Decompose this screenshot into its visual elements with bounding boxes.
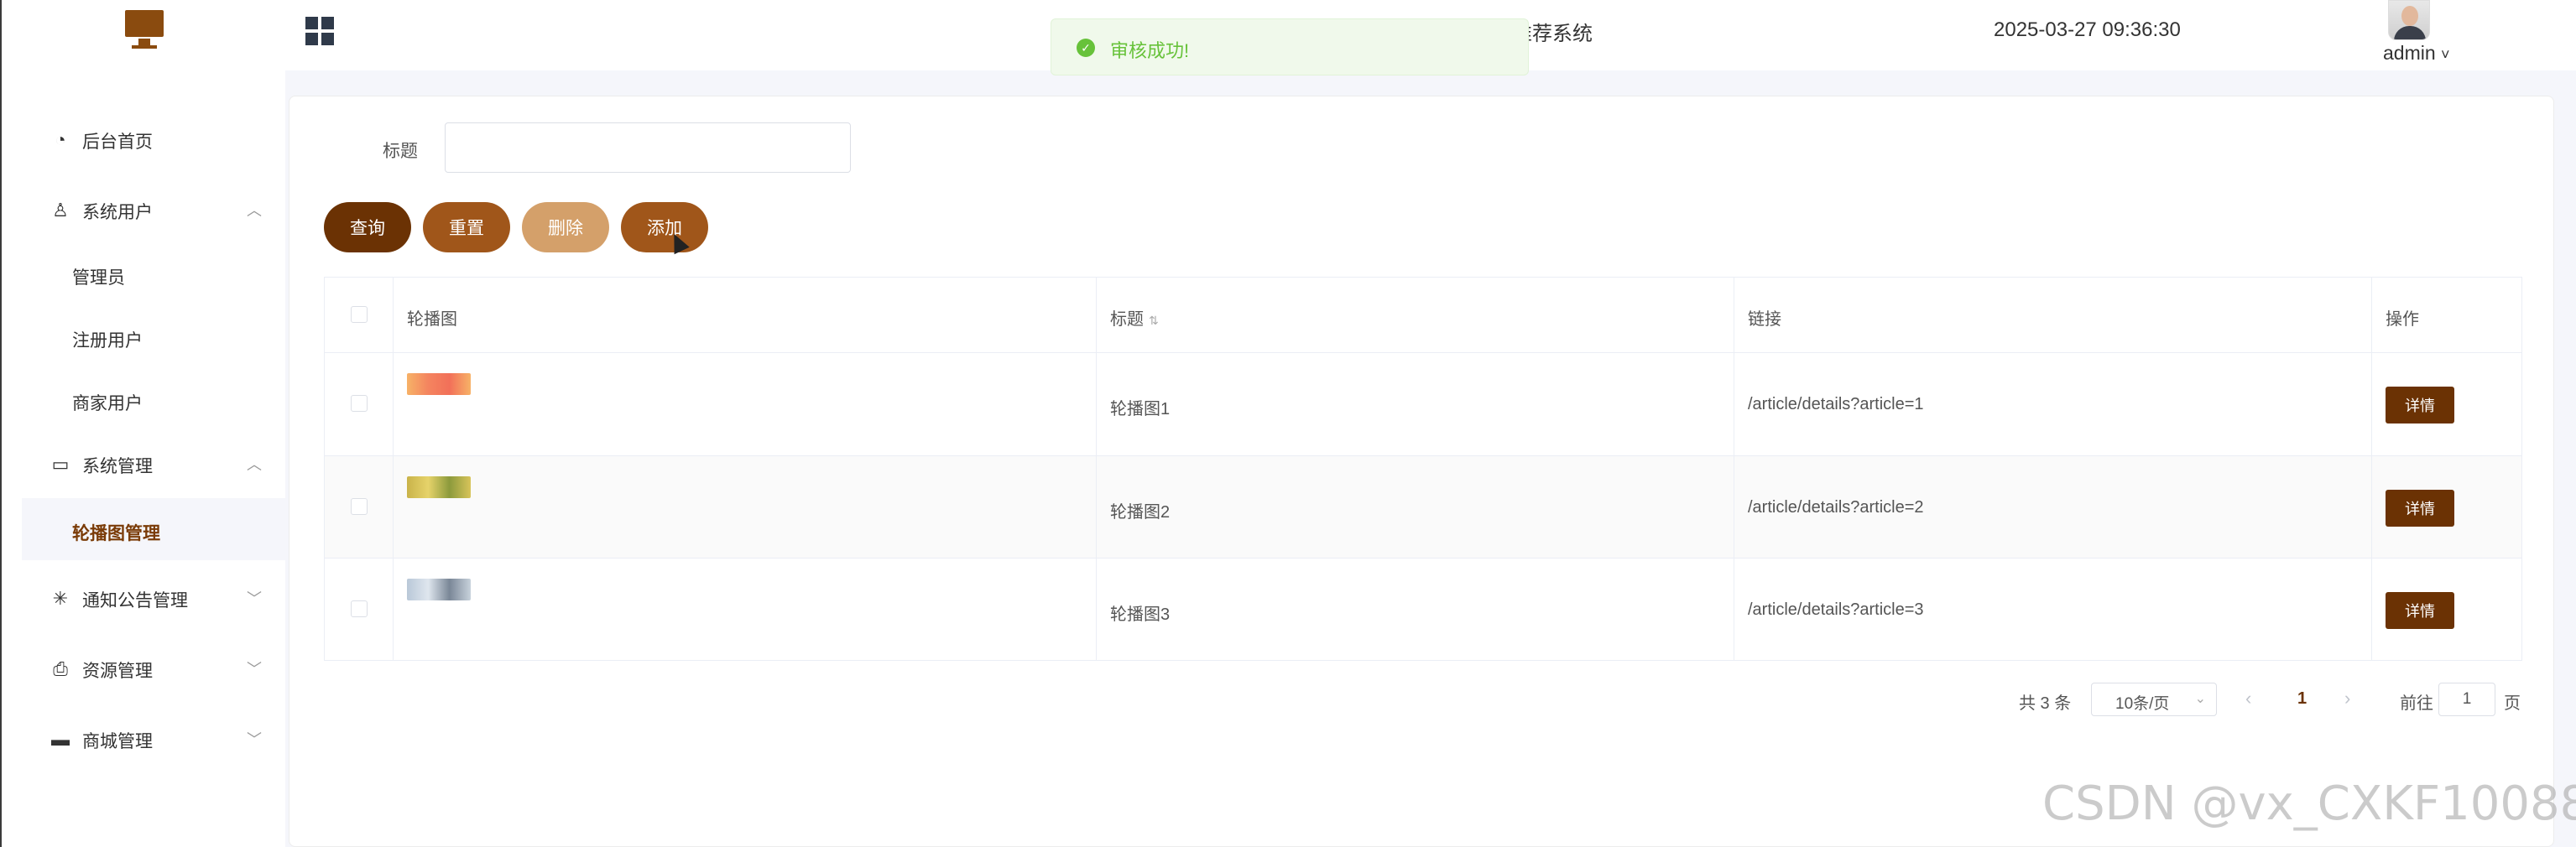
sidebar-item-notice-management[interactable]: ✳ 通知公告管理 ﹀ bbox=[22, 565, 287, 631]
column-header-title[interactable]: 标题 ⇅ bbox=[1110, 305, 1159, 330]
chevron-down-icon: ﹀ bbox=[247, 590, 262, 607]
table-row: 轮播图2 /article/details?article=2 详情 bbox=[325, 456, 2521, 559]
check-circle-icon: ✓ bbox=[1077, 39, 1095, 57]
sidebar-item-label: 管理员 bbox=[72, 268, 125, 288]
add-button[interactable]: 添加 bbox=[621, 202, 708, 252]
sort-icon[interactable]: ⇅ bbox=[1149, 314, 1159, 327]
pie-chart-icon: ◔ bbox=[55, 129, 66, 150]
row-title: 轮播图3 bbox=[1110, 605, 1171, 624]
row-checkbox[interactable] bbox=[351, 395, 368, 412]
sidebar-item-label: 轮播图管理 bbox=[72, 524, 160, 543]
table-row: 轮播图3 /article/details?article=3 详情 bbox=[325, 559, 2521, 661]
carousel-thumbnail[interactable] bbox=[407, 373, 471, 395]
row-link: /article/details?article=3 bbox=[1748, 600, 1924, 619]
sidebar-item-label: 资源管理 bbox=[82, 662, 153, 681]
sidebar-item-registered-users[interactable]: 注册用户 bbox=[22, 305, 287, 367]
sidebar-item-admins[interactable]: 管理员 bbox=[22, 242, 287, 304]
title-search-input[interactable] bbox=[445, 122, 851, 173]
query-button[interactable]: 查询 bbox=[324, 202, 411, 252]
success-toast: ✓ 审核成功! bbox=[1051, 18, 1529, 75]
delete-button[interactable]: 删除 bbox=[522, 202, 609, 252]
next-page-button[interactable]: › bbox=[2344, 688, 2350, 709]
store-icon: ▬ bbox=[51, 729, 70, 750]
carousel-thumbnail[interactable] bbox=[407, 579, 471, 600]
prev-page-button[interactable]: ‹ bbox=[2245, 688, 2251, 709]
avatar[interactable] bbox=[2388, 0, 2430, 40]
chevron-down-icon: ﹀ bbox=[247, 731, 262, 748]
page-size-value: 10条/页 bbox=[2115, 695, 2170, 713]
sidebar-item-label: 系统用户 bbox=[82, 203, 153, 222]
user-dropdown[interactable]: admin ˅ bbox=[2383, 42, 2450, 65]
chevron-up-icon: ︿ bbox=[247, 202, 262, 219]
sidebar-item-label: 注册用户 bbox=[72, 331, 143, 351]
monitor-logo-icon bbox=[123, 10, 167, 50]
detail-button[interactable]: 详情 bbox=[2386, 490, 2454, 527]
username: admin bbox=[2383, 42, 2436, 64]
row-title: 轮播图2 bbox=[1110, 503, 1171, 522]
sidebar-item-system-management[interactable]: ▭ 系统管理 ︿ bbox=[22, 431, 287, 496]
printer-icon: ⎙ bbox=[53, 658, 68, 679]
column-header-action: 操作 bbox=[2386, 310, 2419, 329]
goto-label: 前往 bbox=[2400, 694, 2433, 713]
column-header-image: 轮播图 bbox=[407, 310, 457, 329]
title-filter-label: 标题 bbox=[383, 142, 418, 161]
goto-page-input[interactable] bbox=[2438, 683, 2495, 716]
chevron-down-icon: ⌄ bbox=[2194, 692, 2206, 706]
detail-button[interactable]: 详情 bbox=[2386, 592, 2454, 629]
sidebar-item-label: 商家用户 bbox=[72, 394, 143, 413]
pagination-total: 共 3 条 bbox=[2019, 694, 2072, 713]
row-link: /article/details?article=1 bbox=[1748, 395, 1924, 413]
table-row: 轮播图1 /article/details?article=1 详情 bbox=[325, 353, 2521, 456]
datetime-display: 2025-03-27 09:36:30 bbox=[1994, 18, 2181, 41]
watermark: CSDN @vx_CXKF10088 bbox=[2042, 777, 2576, 831]
loading-icon: ✳ bbox=[52, 588, 69, 609]
chevron-down-icon: ˅ bbox=[2441, 46, 2450, 63]
sidebar: ◔ 后台首页 ♙ 系统用户 ︿ 管理员 注册用户 商家用户 ▭ 系统管理 ︿ 轮… bbox=[0, 70, 287, 847]
sidebar-item-label: 系统管理 bbox=[82, 457, 153, 476]
row-checkbox[interactable] bbox=[351, 498, 368, 515]
page-number-current[interactable]: 1 bbox=[2297, 689, 2307, 709]
sidebar-item-label: 后台首页 bbox=[82, 133, 153, 152]
carousel-table: 轮播图 标题 ⇅ 链接 操作 轮播图1 /article/details?arti… bbox=[324, 277, 2522, 661]
page-size-select[interactable]: 10条/页 ⌄ bbox=[2091, 683, 2217, 716]
sidebar-item-label: 通知公告管理 bbox=[82, 591, 188, 611]
detail-button[interactable]: 详情 bbox=[2386, 387, 2454, 424]
carousel-thumbnail[interactable] bbox=[407, 476, 471, 498]
sidebar-item-carousel-management[interactable]: 轮播图管理 bbox=[22, 498, 287, 560]
row-link: /article/details?article=2 bbox=[1748, 498, 1924, 517]
menu-toggle-grid-icon[interactable] bbox=[305, 17, 334, 45]
table-header-row: 轮播图 标题 ⇅ 链接 操作 bbox=[325, 278, 2521, 353]
row-title: 轮播图1 bbox=[1110, 400, 1171, 418]
sidebar-item-resource-management[interactable]: ⎙ 资源管理 ﹀ bbox=[22, 636, 287, 701]
toast-message: 审核成功! bbox=[1110, 40, 1190, 61]
chevron-down-icon: ﹀ bbox=[247, 661, 262, 678]
sidebar-item-dashboard[interactable]: ◔ 后台首页 bbox=[22, 107, 287, 172]
select-all-checkbox[interactable] bbox=[351, 306, 368, 323]
page-suffix-label: 页 bbox=[2504, 694, 2521, 713]
row-checkbox[interactable] bbox=[351, 600, 368, 617]
folder-icon: ▭ bbox=[51, 454, 70, 475]
sidebar-item-mall-management[interactable]: ▬ 商城管理 ﹀ bbox=[22, 706, 287, 772]
chevron-up-icon: ︿ bbox=[247, 456, 262, 473]
column-header-link: 链接 bbox=[1748, 310, 1781, 329]
user-icon: ♙ bbox=[52, 200, 69, 221]
sidebar-item-merchant-users[interactable]: 商家用户 bbox=[22, 368, 287, 430]
sidebar-item-label: 商城管理 bbox=[82, 732, 153, 751]
sidebar-item-system-users[interactable]: ♙ 系统用户 ︿ bbox=[22, 177, 287, 242]
reset-button[interactable]: 重置 bbox=[423, 202, 510, 252]
